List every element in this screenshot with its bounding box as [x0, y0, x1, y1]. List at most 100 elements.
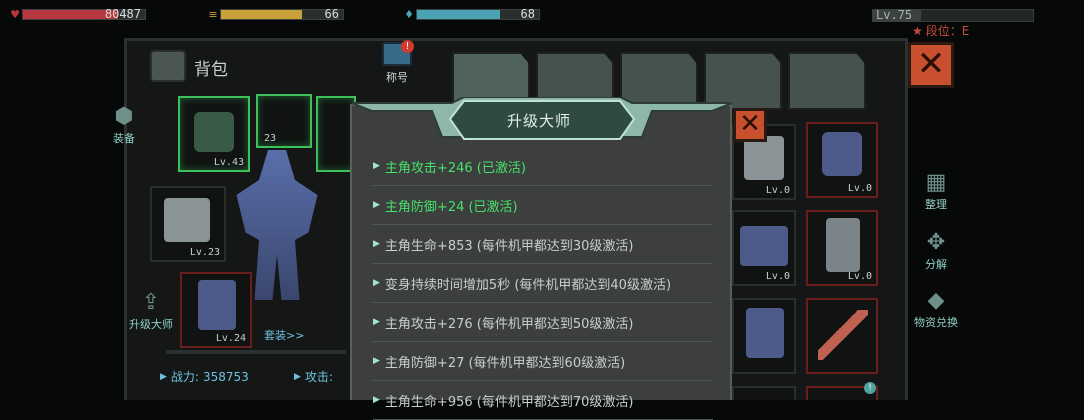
- dialog-title: 升级大师: [507, 112, 572, 130]
- grid-slot[interactable]: [806, 298, 878, 374]
- attack-stat: ▶ 攻击:: [294, 368, 333, 385]
- power-label: 战力:: [170, 370, 199, 384]
- triangle-icon: ▶: [373, 356, 380, 366]
- heart-icon: ♥: [10, 7, 20, 21]
- bonus-line: ▶ 主角攻击+276 (每件机甲都达到50级激活): [373, 303, 713, 342]
- backpack-title: 背包: [194, 60, 228, 80]
- rank-badge: ★ 段位：E: [912, 22, 969, 39]
- mech-legs-icon: [198, 280, 236, 330]
- close-icon: ✕: [916, 44, 946, 84]
- title-badge-label: 称号: [386, 71, 408, 84]
- mech-legs-icon: [746, 308, 784, 358]
- mech-helmet-icon: [822, 132, 862, 176]
- exchange-button[interactable]: ◆ 物资兑换: [902, 288, 970, 330]
- water-bar-fill: [417, 9, 500, 19]
- upgrade-icon: ⇪: [141, 290, 161, 315]
- battery-icon: ≡: [208, 7, 218, 21]
- close-icon: ✕: [739, 109, 761, 139]
- power-stat: ▶ 战力: 358753: [160, 368, 249, 385]
- bonus-text: 主角攻击+246 (已激活): [384, 160, 526, 176]
- hp-bar: 80487: [22, 6, 146, 21]
- bonus-line: ▶ 主角生命+956 (每件机甲都达到70级激活): [373, 381, 713, 420]
- grid-slot[interactable]: [732, 298, 796, 374]
- grid-slot[interactable]: Lv.0: [806, 210, 878, 286]
- energy-stat: ≡ 66: [206, 6, 346, 22]
- sort-label: 整理: [925, 198, 947, 211]
- energy-bar: 66: [220, 6, 344, 21]
- equip-slot-wings[interactable]: 23: [256, 94, 312, 148]
- triangle-icon: ▶: [373, 395, 380, 405]
- bonus-text: 主角生命+853 (每件机甲都达到30级激活): [384, 238, 634, 254]
- mech-torso-icon: [826, 218, 860, 272]
- equip-slot-helmet[interactable]: Lv.43: [178, 96, 250, 172]
- slot-level: Lv.43: [213, 157, 244, 168]
- equip-button[interactable]: ⬢ 装备: [94, 104, 154, 146]
- triangle-icon: ▶: [373, 161, 380, 171]
- triangle-icon: ▶: [373, 239, 380, 249]
- water-value: 68: [520, 6, 535, 21]
- mech-arm-icon: [164, 198, 210, 242]
- drop-icon: ♦: [404, 7, 414, 21]
- rank-label: 段位：E: [925, 24, 970, 38]
- triangle-icon: ▶: [373, 278, 380, 288]
- mech-hand-icon: [740, 226, 788, 266]
- water-stat: ♦ 68: [402, 6, 542, 22]
- slot-level: Lv.23: [189, 247, 220, 258]
- bonus-text: 主角防御+27 (每件机甲都达到60级激活): [384, 355, 626, 371]
- slot-level: Lv.0: [847, 183, 872, 194]
- crystal-icon: ◆: [927, 288, 945, 313]
- power-value: 358753: [202, 369, 249, 384]
- equip-label: 装备: [113, 132, 135, 145]
- bonus-text: 主角防御+24 (已激活): [384, 199, 518, 215]
- hp-value: 80487: [104, 6, 141, 21]
- bonus-line: ▶ 主角攻击+246 (已激活): [373, 147, 713, 186]
- grid-icon: ▦: [925, 170, 947, 195]
- bonus-line: ▶ 主角防御+27 (每件机甲都达到60级激活): [373, 342, 713, 381]
- slot-level: 23: [264, 133, 277, 144]
- notification-dot-icon: !: [864, 382, 876, 394]
- mech-head-icon: ⬢: [114, 104, 134, 129]
- set-link[interactable]: 套装>>: [264, 327, 304, 343]
- tab-materials[interactable]: [788, 52, 866, 110]
- dismantle-button[interactable]: ✥ 分解: [906, 230, 966, 272]
- hp-bar-fill: [23, 9, 119, 19]
- exchange-label: 物资兑换: [914, 316, 958, 329]
- grid-slot[interactable]: [732, 386, 796, 400]
- level-bar: Lv.75: [872, 8, 1034, 22]
- sort-button[interactable]: ▦ 整理: [906, 170, 966, 212]
- bonus-text: 主角攻击+276 (每件机甲都达到50级激活): [384, 316, 634, 332]
- slot-level: Lv.24: [215, 333, 246, 344]
- mech-arm-icon: [744, 136, 784, 180]
- dialog-close-button[interactable]: ✕: [733, 108, 767, 142]
- bonus-line: ▶ 变身持续时间增加5秒 (每件机甲都达到40级激活): [373, 264, 713, 303]
- energy-value: 66: [324, 6, 339, 21]
- backpack-close-button[interactable]: ✕: [908, 42, 954, 88]
- slot-level: Lv.0: [847, 271, 872, 282]
- backpack-icon: [150, 50, 186, 82]
- grid-slot[interactable]: !: [806, 382, 878, 400]
- bonus-text: 变身持续时间增加5秒 (每件机甲都达到40级激活): [384, 277, 672, 293]
- dismantle-icon: ✥: [926, 230, 946, 255]
- bonus-text: 主角生命+956 (每件机甲都达到70级激活): [384, 394, 634, 410]
- bonus-line: ▶ 主角防御+24 (已激活): [373, 186, 713, 225]
- star-icon: ★: [912, 23, 923, 38]
- grid-slot[interactable]: Lv.0: [806, 122, 878, 198]
- triangle-icon: ▶: [373, 200, 380, 210]
- slot-level: Lv.0: [765, 185, 790, 196]
- bonus-line: ▶ 主角生命+853 (每件机甲都达到30级激活): [373, 225, 713, 264]
- equip-slot-arm[interactable]: Lv.23: [150, 186, 226, 262]
- title-badge-button[interactable]: ! 称号: [378, 40, 416, 90]
- triangle-icon: ▶: [373, 317, 380, 327]
- upgrade-master-button[interactable]: ⇪ 升级大师: [118, 290, 184, 332]
- triangle-icon: ▶: [294, 371, 301, 382]
- energy-bar-fill: [221, 9, 302, 19]
- dismantle-label: 分解: [925, 258, 947, 271]
- triangle-icon: ▶: [160, 371, 167, 382]
- equip-slot-legs[interactable]: Lv.24: [180, 272, 252, 348]
- level-label: Lv.75: [876, 8, 913, 22]
- mech-wings-icon: [818, 310, 868, 360]
- upgrade-master-label: 升级大师: [129, 318, 173, 331]
- grid-slot[interactable]: Lv.0: [732, 210, 796, 286]
- attack-label: 攻击:: [304, 370, 333, 384]
- divider: [166, 350, 346, 354]
